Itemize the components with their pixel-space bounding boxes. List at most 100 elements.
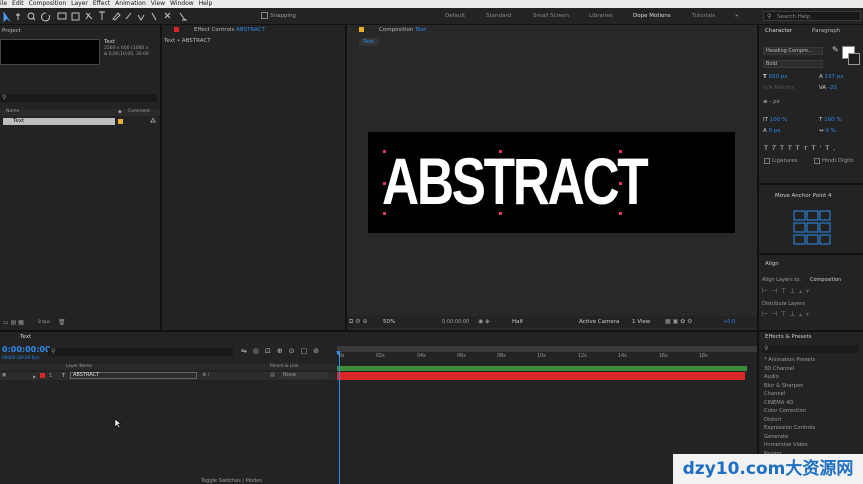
- effects-search-input[interactable]: ⚲: [762, 345, 859, 353]
- timeline-search-input[interactable]: ⚲: [48, 348, 233, 356]
- composition-canvas[interactable]: ABSTRACT: [368, 132, 735, 233]
- leading-row[interactable]: A 137 px: [819, 74, 844, 80]
- tsume-row[interactable]: ↔ 0 %: [819, 128, 836, 134]
- vertical-scale-value[interactable]: 100 %: [770, 117, 787, 123]
- menu-view[interactable]: View: [151, 0, 165, 7]
- parent-select[interactable]: None: [281, 372, 327, 379]
- timeline-tab[interactable]: Text: [20, 332, 31, 342]
- column-name[interactable]: Name: [6, 109, 19, 114]
- work-area-bar[interactable]: [337, 346, 757, 352]
- layer-name-field[interactable]: ABSTRACT: [70, 372, 197, 379]
- stroke-color-swatch[interactable]: [848, 53, 860, 65]
- project-row-text[interactable]: Text: [3, 118, 115, 125]
- menu-animation[interactable]: Animation: [115, 0, 146, 7]
- search-help-input[interactable]: ⚲ Search Help: [763, 11, 861, 21]
- current-time-display[interactable]: 0:00:00:00: [2, 345, 51, 354]
- view-options-icons[interactable]: ⧉ ⚙ ⊕: [349, 318, 368, 326]
- align-buttons[interactable]: ⊢⊣⊤⊥⫠⫟: [762, 287, 813, 296]
- anchor-panel-title[interactable]: Move Anchor Point 4: [775, 191, 832, 201]
- effect-category[interactable]: Generate: [764, 434, 788, 440]
- anchor-grid[interactable]: [792, 209, 832, 247]
- font-family-select[interactable]: Heading Compre...: [763, 47, 823, 55]
- timeline-switch-icons[interactable]: ⇋◎⊡⊕⊙▢⊘: [241, 347, 325, 355]
- font-size-value[interactable]: 500 px: [769, 74, 788, 80]
- kerning-value[interactable]: Metrics: [774, 85, 794, 91]
- effect-category[interactable]: Immersive Video: [764, 442, 808, 448]
- kerning-row[interactable]: V/A Metrics: [763, 85, 794, 91]
- distribute-buttons[interactable]: ⊢⊣⊤⊥⫠⫟: [762, 310, 813, 319]
- tracking-value[interactable]: -20: [828, 85, 837, 91]
- workspace-standard[interactable]: Standard: [486, 13, 511, 19]
- stroke-width-row[interactable]: ≡ - px: [763, 99, 780, 105]
- baseline-value[interactable]: 0 px: [769, 128, 781, 134]
- effect-category[interactable]: Blur & Sharpen: [764, 383, 803, 389]
- tab-paragraph[interactable]: Paragraph: [812, 26, 840, 36]
- column-comment[interactable]: Comment: [128, 109, 150, 114]
- effects-presets-title[interactable]: Effects & Presets: [765, 332, 812, 342]
- layer-row[interactable]: ◉ ▶ 1 T ABSTRACT ⊕ ∕ @ None: [0, 372, 337, 380]
- font-style-select[interactable]: Bold: [763, 60, 823, 68]
- faux-style-buttons[interactable]: TTTTTтT'T,: [764, 144, 839, 152]
- effect-category[interactable]: * Animation Presets: [764, 357, 815, 363]
- menu-window[interactable]: Window: [170, 0, 194, 7]
- font-size-row[interactable]: T 500 px: [763, 74, 788, 80]
- effect-controls-title[interactable]: Effect Controls ABSTRACT: [194, 25, 265, 35]
- expand-arrow-icon[interactable]: ▶: [33, 374, 36, 379]
- abstract-text-layer[interactable]: ABSTRACT: [382, 140, 649, 222]
- effect-category[interactable]: Audio: [764, 374, 779, 380]
- menu-file[interactable]: ile: [0, 0, 7, 7]
- exposure-value[interactable]: +0.0: [723, 319, 735, 325]
- menu-edit[interactable]: Edit: [12, 0, 24, 7]
- effect-category[interactable]: Channel: [764, 391, 785, 397]
- view-layout-select[interactable]: 1 View: [632, 319, 650, 325]
- bpc-label[interactable]: 8 bpc: [38, 320, 50, 325]
- effect-category[interactable]: 3D Channel: [764, 366, 794, 372]
- layer-label-color[interactable]: [40, 373, 45, 378]
- resolution-select[interactable]: Half: [512, 319, 523, 325]
- menu-effect[interactable]: Effect: [93, 0, 110, 7]
- align-panel-title[interactable]: Align: [765, 259, 779, 269]
- timecode-display[interactable]: 0:00:00:00: [442, 319, 469, 325]
- composition-flow-icon[interactable]: ⁂: [150, 118, 156, 125]
- eyedropper-icon[interactable]: ✎: [832, 45, 839, 54]
- horizontal-scale-row[interactable]: T 100 %: [819, 117, 842, 123]
- column-parent[interactable]: Parent & Link: [270, 364, 299, 369]
- effect-category[interactable]: Distort: [764, 417, 782, 423]
- snapping-checkbox[interactable]: [261, 12, 268, 19]
- project-search-input[interactable]: ⚲: [0, 94, 157, 102]
- column-layer-name[interactable]: Layer Name: [66, 364, 92, 369]
- label-color-swatch[interactable]: [118, 119, 123, 124]
- layer-switches[interactable]: ⊕ ∕: [202, 372, 209, 378]
- workspace-tutorials[interactable]: Tutorials: [692, 13, 715, 19]
- toggle-switches-label[interactable]: Toggle Switches / Modes: [201, 478, 262, 484]
- layer-duration-bar[interactable]: [337, 372, 745, 380]
- workspace-libraries[interactable]: Libraries: [589, 13, 613, 19]
- pickwhip-icon[interactable]: @: [270, 372, 275, 378]
- more-workspaces-icon[interactable]: »: [735, 13, 738, 19]
- snapshot-icon[interactable]: ◉ ◈: [478, 318, 490, 325]
- menu-composition[interactable]: Composition: [29, 0, 66, 7]
- vertical-scale-row[interactable]: IT 100 %: [763, 117, 787, 123]
- align-target-select[interactable]: Composition: [810, 277, 841, 283]
- composition-tab[interactable]: Text: [359, 38, 379, 46]
- effect-category[interactable]: CINEMA 4D: [764, 400, 793, 406]
- effect-category[interactable]: Expression Controls: [764, 425, 815, 431]
- zoom-select[interactable]: 50%: [383, 319, 395, 325]
- visibility-icon[interactable]: ◉: [2, 372, 6, 378]
- project-panel-title[interactable]: Project: [2, 26, 21, 36]
- playhead[interactable]: [339, 352, 340, 484]
- interpret-footage-icon[interactable]: ▭ ▤ ▦: [3, 319, 24, 326]
- workspace-default[interactable]: Default: [445, 13, 465, 19]
- menu-layer[interactable]: Layer: [71, 0, 88, 7]
- workspace-dope-motions[interactable]: Dope Motions: [633, 13, 671, 19]
- tracking-row[interactable]: VA -20: [819, 85, 837, 91]
- camera-select[interactable]: Active Camera: [579, 319, 619, 325]
- ligatures-checkbox[interactable]: [764, 158, 770, 164]
- workspace-small-screen[interactable]: Small Screen: [533, 13, 569, 19]
- menu-help[interactable]: Help: [199, 0, 213, 7]
- trash-icon[interactable]: 🗑: [58, 319, 66, 326]
- stroke-width-value[interactable]: - px: [769, 99, 779, 105]
- tsume-value[interactable]: 0 %: [825, 128, 835, 134]
- composition-title[interactable]: Composition Text: [379, 25, 426, 35]
- tool-icons[interactable]: [2, 11, 197, 22]
